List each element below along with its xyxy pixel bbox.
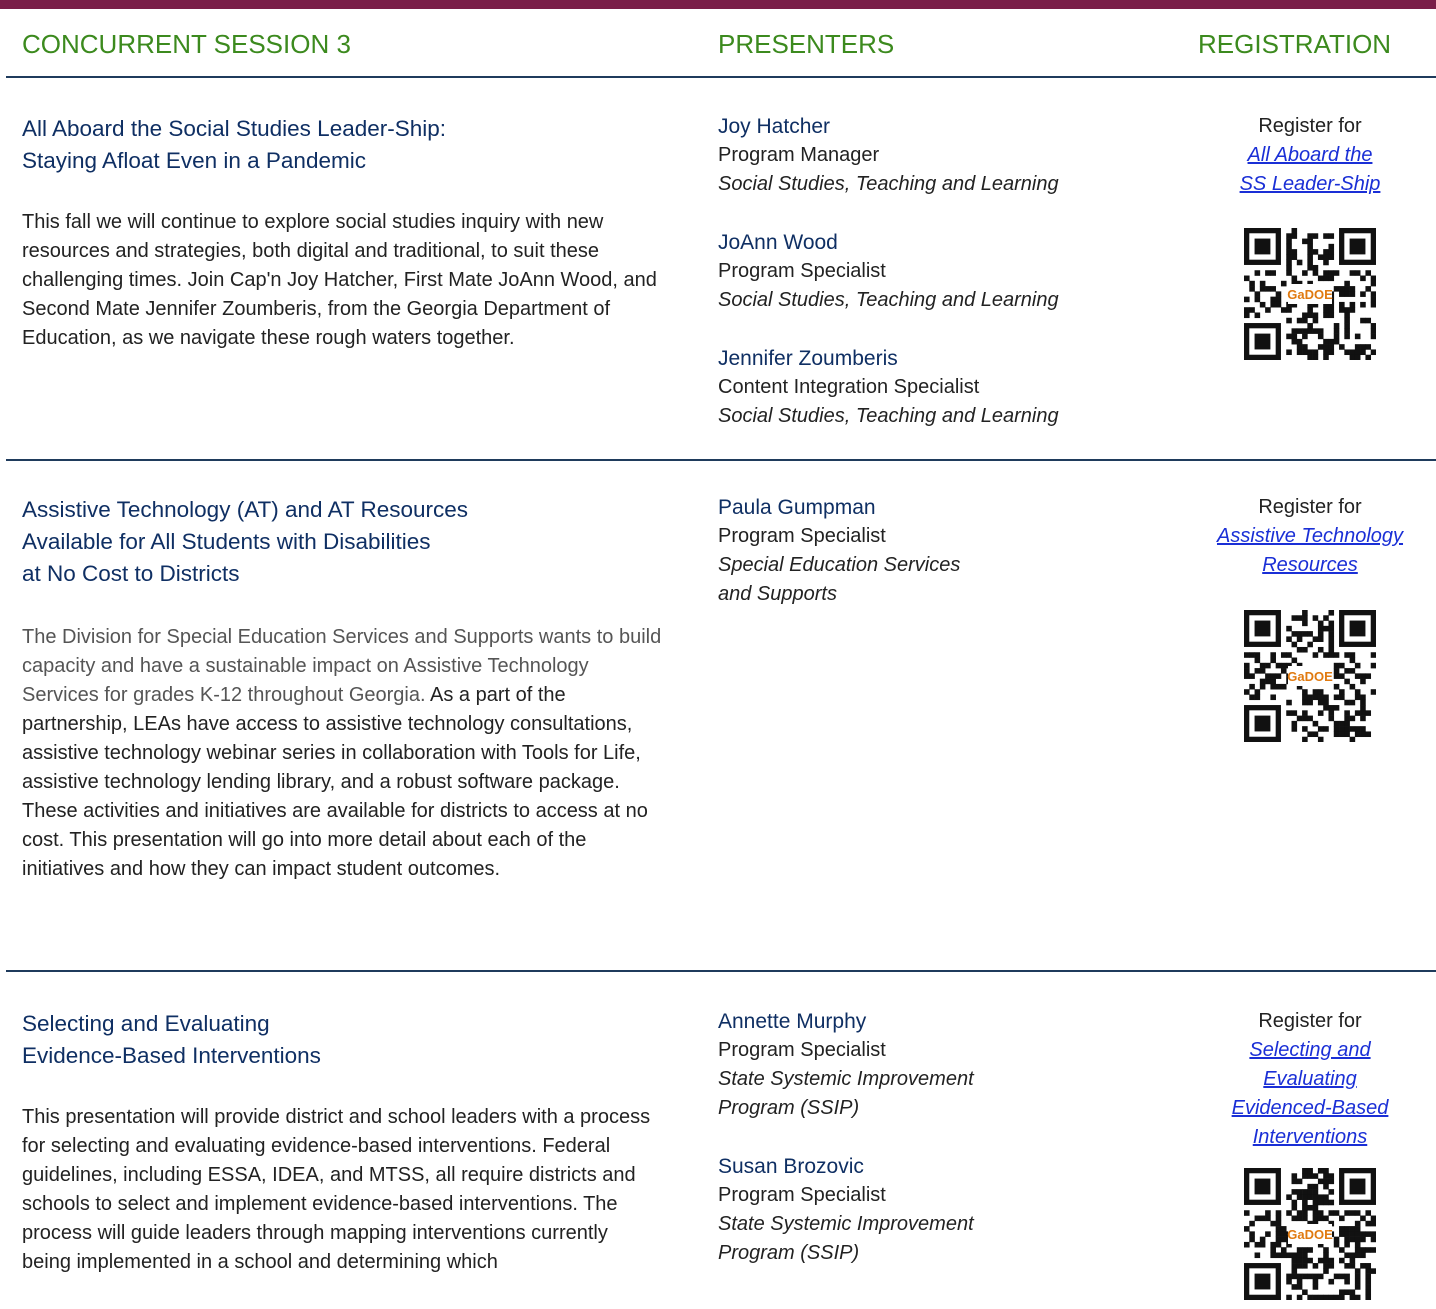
presenter-role: Program Manager [718,144,880,166]
top-accent-bar [0,0,1436,9]
session-title-line: Staying Afloat Even in a Pandemic [22,148,366,173]
presenter-dept: and Supports [718,583,837,605]
presenter-dept: Social Studies, Teaching and Learning [718,289,1059,311]
presenter-list: Paula Gumpman Program Specialist Special… [718,493,1138,609]
divider [6,970,1436,972]
presenter-name: Annette Murphy [718,1010,867,1033]
presenter-dept: State Systemic Improvement [718,1068,974,1090]
svg-text:GaDOE: GaDOE [1287,669,1333,684]
session-title-line: Available for All Students with Disabili… [22,529,431,554]
session-title-line: Assistive Technology (AT) and AT Resourc… [22,497,469,522]
session-description: The Division for Special Education Servi… [22,623,662,884]
presenter-name: Susan Brozovic [718,1155,864,1178]
presenter-name: JoAnn Wood [718,231,838,254]
presenter-list: Annette Murphy Program Specialist State … [718,1007,1138,1268]
session-title: Assistive Technology (AT) and AT Resourc… [22,494,468,590]
register-label: Register for [1258,115,1362,137]
register-link[interactable]: All Aboard the SS Leader-Ship [1240,144,1381,195]
register-label: Register for [1258,496,1362,518]
presenter-name: Joy Hatcher [718,115,831,138]
registration-block: Register for All Aboard the SS Leader-Sh… [1190,112,1430,199]
register-link[interactable]: Assistive Technology Resources [1217,525,1403,576]
presenter-role: Program Specialist [718,525,886,547]
qr-code-icon[interactable]: GaDOE [1244,610,1377,743]
header-session: CONCURRENT SESSION 3 [22,29,351,59]
header-presenters: PRESENTERS [718,29,895,59]
presenter-dept: Special Education Services [718,554,961,576]
header-registration: REGISTRATION [1198,29,1392,59]
description-body: As a part of the partnership, LEAs have … [22,684,648,880]
qr-code-icon[interactable]: GaDOE [1244,228,1377,361]
presenter-name: Paula Gumpman [718,496,876,519]
presenter-dept: Social Studies, Teaching and Learning [718,173,1059,195]
presenter-role: Program Specialist [718,1184,886,1206]
register-link[interactable]: Selecting and Evaluating Evidenced-Based… [1232,1039,1389,1148]
divider [6,76,1436,78]
presenter-list: Joy Hatcher Program Manager Social Studi… [718,112,1138,431]
presenter-dept: Social Studies, Teaching and Learning [718,405,1059,427]
session-title-line: All Aboard the Social Studies Leader-Shi… [22,116,447,141]
session-title-line: at No Cost to Districts [22,561,240,586]
presenter-role: Program Specialist [718,260,886,282]
svg-text:GaDOE: GaDOE [1287,1227,1333,1242]
session-title: Selecting and Evaluating Evidence-Based … [22,1008,321,1072]
presenter-role: Content Integration Specialist [718,376,980,398]
session-description: This presentation will provide district … [22,1106,651,1273]
presenter-name: Jennifer Zoumberis [718,347,898,370]
divider [6,459,1436,461]
presenter-dept: Program (SSIP) [718,1097,860,1119]
session-description: This fall we will continue to explore so… [22,211,657,349]
registration-block: Register for Assistive Technology Resour… [1190,493,1430,580]
session-title: All Aboard the Social Studies Leader-Shi… [22,113,446,177]
svg-text:GaDOE: GaDOE [1287,287,1333,302]
presenter-dept: State Systemic Improvement [718,1213,974,1235]
qr-code-icon[interactable]: GaDOE [1244,1168,1377,1301]
presenter-role: Program Specialist [718,1039,886,1061]
session-title-line: Evidence-Based Interventions [22,1043,321,1068]
registration-block: Register for Selecting and Evaluating Ev… [1190,1007,1430,1152]
register-label: Register for [1258,1010,1362,1032]
session-title-line: Selecting and Evaluating [22,1011,270,1036]
presenter-dept: Program (SSIP) [718,1242,860,1264]
